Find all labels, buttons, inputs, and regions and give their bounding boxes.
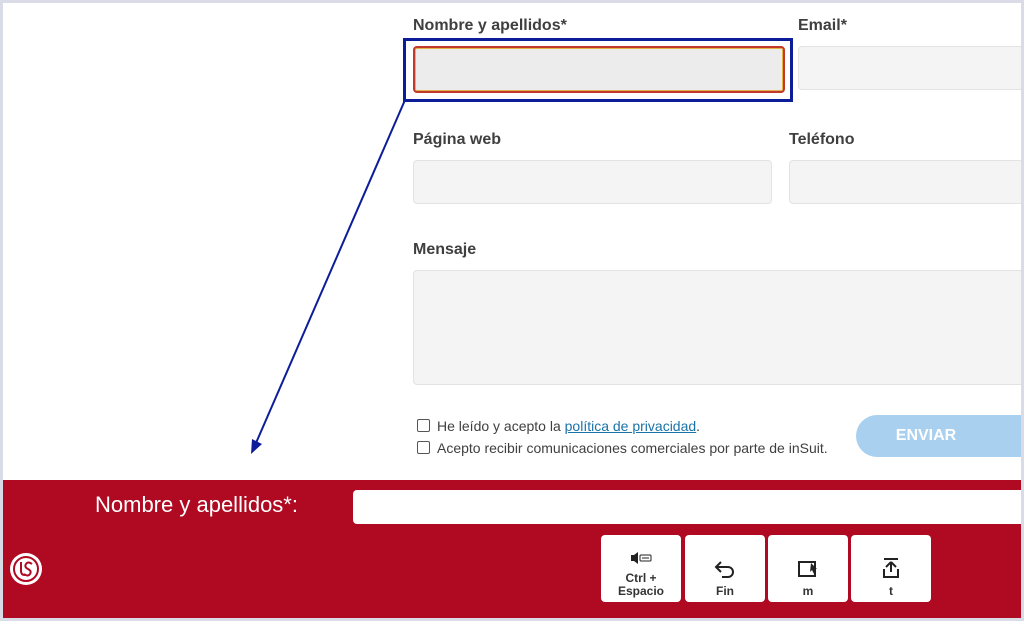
key-fin-label: Fin bbox=[716, 584, 734, 598]
key-m[interactable]: m bbox=[768, 535, 848, 602]
key-fin[interactable]: Fin bbox=[685, 535, 765, 602]
key-t-label: t bbox=[889, 584, 893, 598]
upload-icon bbox=[883, 558, 899, 578]
bar-field-label: Nombre y apellidos*: bbox=[95, 492, 298, 517]
key-ctrl-text: Ctrl + bbox=[625, 571, 657, 585]
key-space-text: Espacio bbox=[617, 584, 665, 598]
bar-field-input[interactable] bbox=[353, 490, 1021, 524]
key-m-label: m bbox=[802, 584, 814, 598]
key-ctrl-space-label: Ctrl + Espacio bbox=[618, 572, 664, 598]
page: Nombre y apellidos* Email* Página web Te… bbox=[3, 3, 1021, 618]
key-ctrl-space[interactable]: Ctrl + Espacio bbox=[601, 535, 681, 602]
assistive-bar: Nombre y apellidos*: Ctrl + Espacio Fin … bbox=[3, 480, 1021, 618]
insuit-logo-icon bbox=[9, 552, 43, 586]
speaker-keyboard-icon bbox=[631, 552, 652, 564]
key-t[interactable]: t bbox=[851, 535, 931, 602]
window-cursor-icon bbox=[798, 561, 817, 577]
undo-icon bbox=[714, 561, 734, 578]
